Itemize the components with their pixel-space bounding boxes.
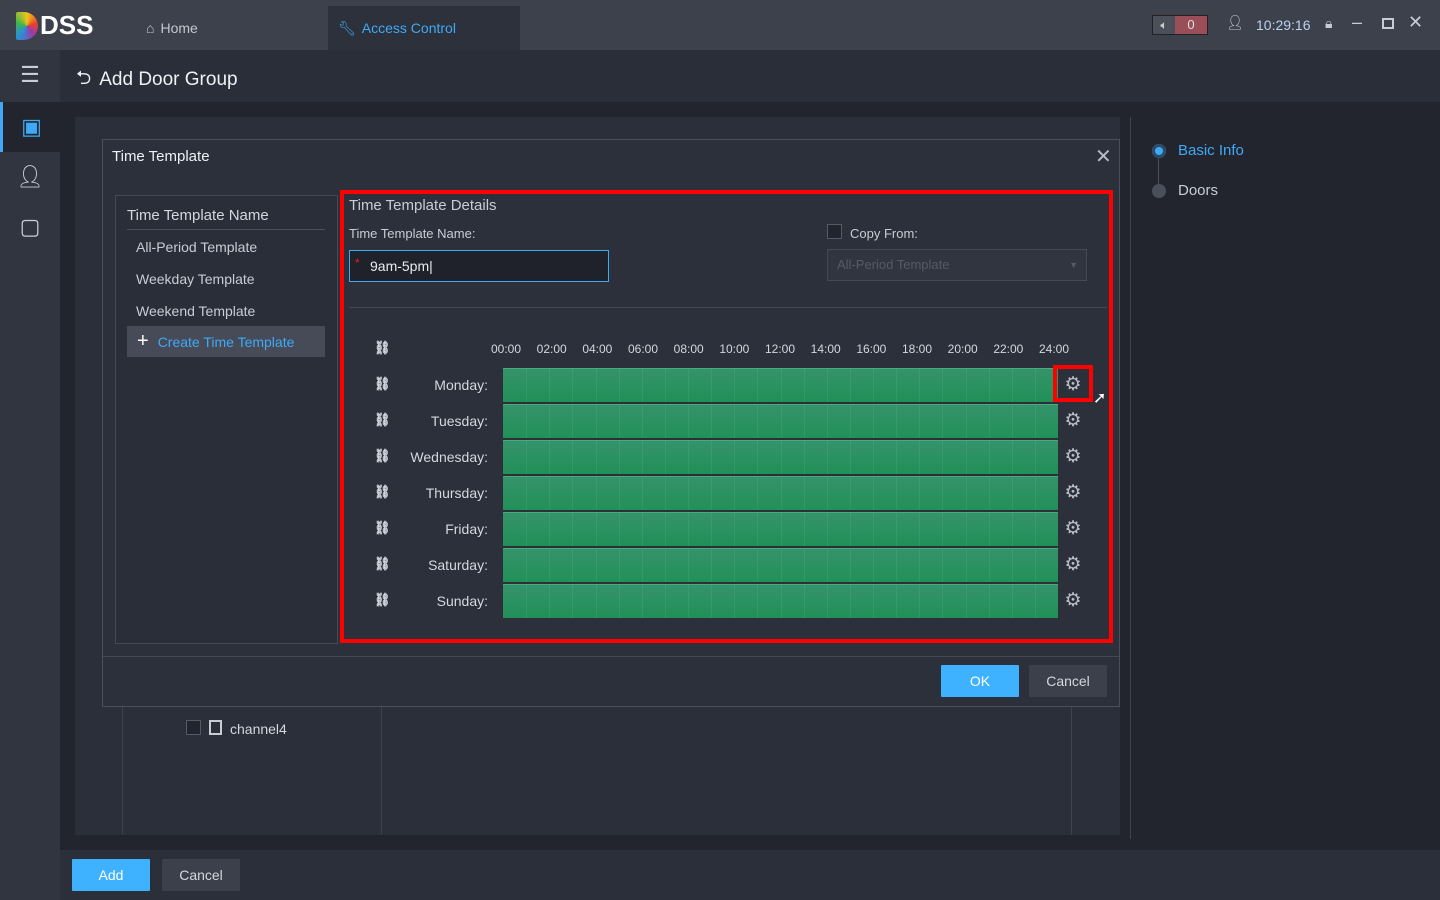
user-icon[interactable]: 👤︎: [1226, 14, 1244, 31]
logo-text: DSS: [40, 10, 94, 40]
door-icon: [209, 720, 222, 735]
divider: [103, 656, 1119, 657]
tab-access-control[interactable]: 🔧︎ Access Control: [328, 6, 520, 50]
divider: [381, 707, 382, 835]
list-item[interactable]: All-Period Template: [136, 239, 257, 255]
hamburger-menu-icon[interactable]: ☰: [0, 50, 60, 102]
alarm-count: 0: [1175, 16, 1207, 34]
highlight-box-gear: [1053, 365, 1093, 402]
clock: 10:29:16: [1256, 17, 1311, 33]
template-list: [115, 195, 338, 644]
create-template-button[interactable]: + Create Time Template: [127, 326, 325, 357]
cursor-icon: ➚: [1093, 390, 1107, 407]
home-icon: ⌂: [146, 20, 155, 36]
highlight-box: [340, 190, 1113, 643]
channel-label[interactable]: channel4: [230, 721, 287, 737]
list-header: Time Template Name: [127, 207, 269, 224]
maximize-icon[interactable]: [1382, 18, 1394, 29]
dialog-title: Time Template: [112, 148, 210, 165]
page-title: ⮌ Add Door Group: [76, 64, 238, 96]
lock-icon[interactable]: 🔒︎: [1325, 15, 1332, 32]
alarm-indicator[interactable]: 🔈︎ 0: [1152, 15, 1208, 35]
step-label: Basic Info: [1178, 142, 1244, 159]
door-key-nav-icon[interactable]: ▢: [0, 202, 60, 252]
page-title-text: Add Door Group: [99, 69, 238, 90]
divider: [127, 229, 325, 230]
tab-label: Access Control: [361, 20, 456, 36]
ok-button[interactable]: OK: [941, 665, 1019, 697]
back-icon[interactable]: ⮌: [76, 64, 91, 96]
step-icon: [1152, 183, 1166, 198]
step-doors[interactable]: Doors: [1152, 182, 1218, 199]
tab-home[interactable]: ⌂ Home: [130, 6, 320, 50]
step-label: Doors: [1178, 182, 1219, 199]
add-button[interactable]: Add: [72, 859, 150, 891]
divider: [1071, 707, 1072, 835]
step-basic-info[interactable]: Basic Info: [1152, 142, 1244, 159]
door-lock-nav-icon[interactable]: ▣: [0, 102, 60, 152]
plus-icon: +: [137, 330, 149, 352]
person-lock-nav-icon[interactable]: 👤︎: [0, 152, 60, 202]
channel-checkbox[interactable]: [186, 720, 201, 735]
create-label: Create Time Template: [157, 333, 295, 350]
dialog-cancel-button[interactable]: Cancel: [1029, 665, 1107, 697]
divider: [122, 707, 123, 835]
wrench-icon: 🔧︎: [338, 19, 356, 36]
minimize-icon[interactable]: –: [1352, 12, 1362, 33]
dss-logo: DSS: [16, 10, 93, 41]
divider: [1130, 117, 1131, 839]
speaker-icon: 🔈︎: [1153, 16, 1175, 34]
cancel-button[interactable]: Cancel: [162, 859, 240, 891]
close-window-icon[interactable]: ✕: [1408, 12, 1423, 33]
step-connector: [1158, 158, 1159, 184]
list-item[interactable]: Weekend Template: [136, 303, 255, 319]
close-icon[interactable]: ✕: [1095, 144, 1112, 169]
tab-label: Home: [160, 20, 198, 36]
list-item[interactable]: Weekday Template: [136, 271, 255, 287]
step-active-icon: [1152, 143, 1166, 158]
bottom-bar: [60, 850, 1440, 900]
